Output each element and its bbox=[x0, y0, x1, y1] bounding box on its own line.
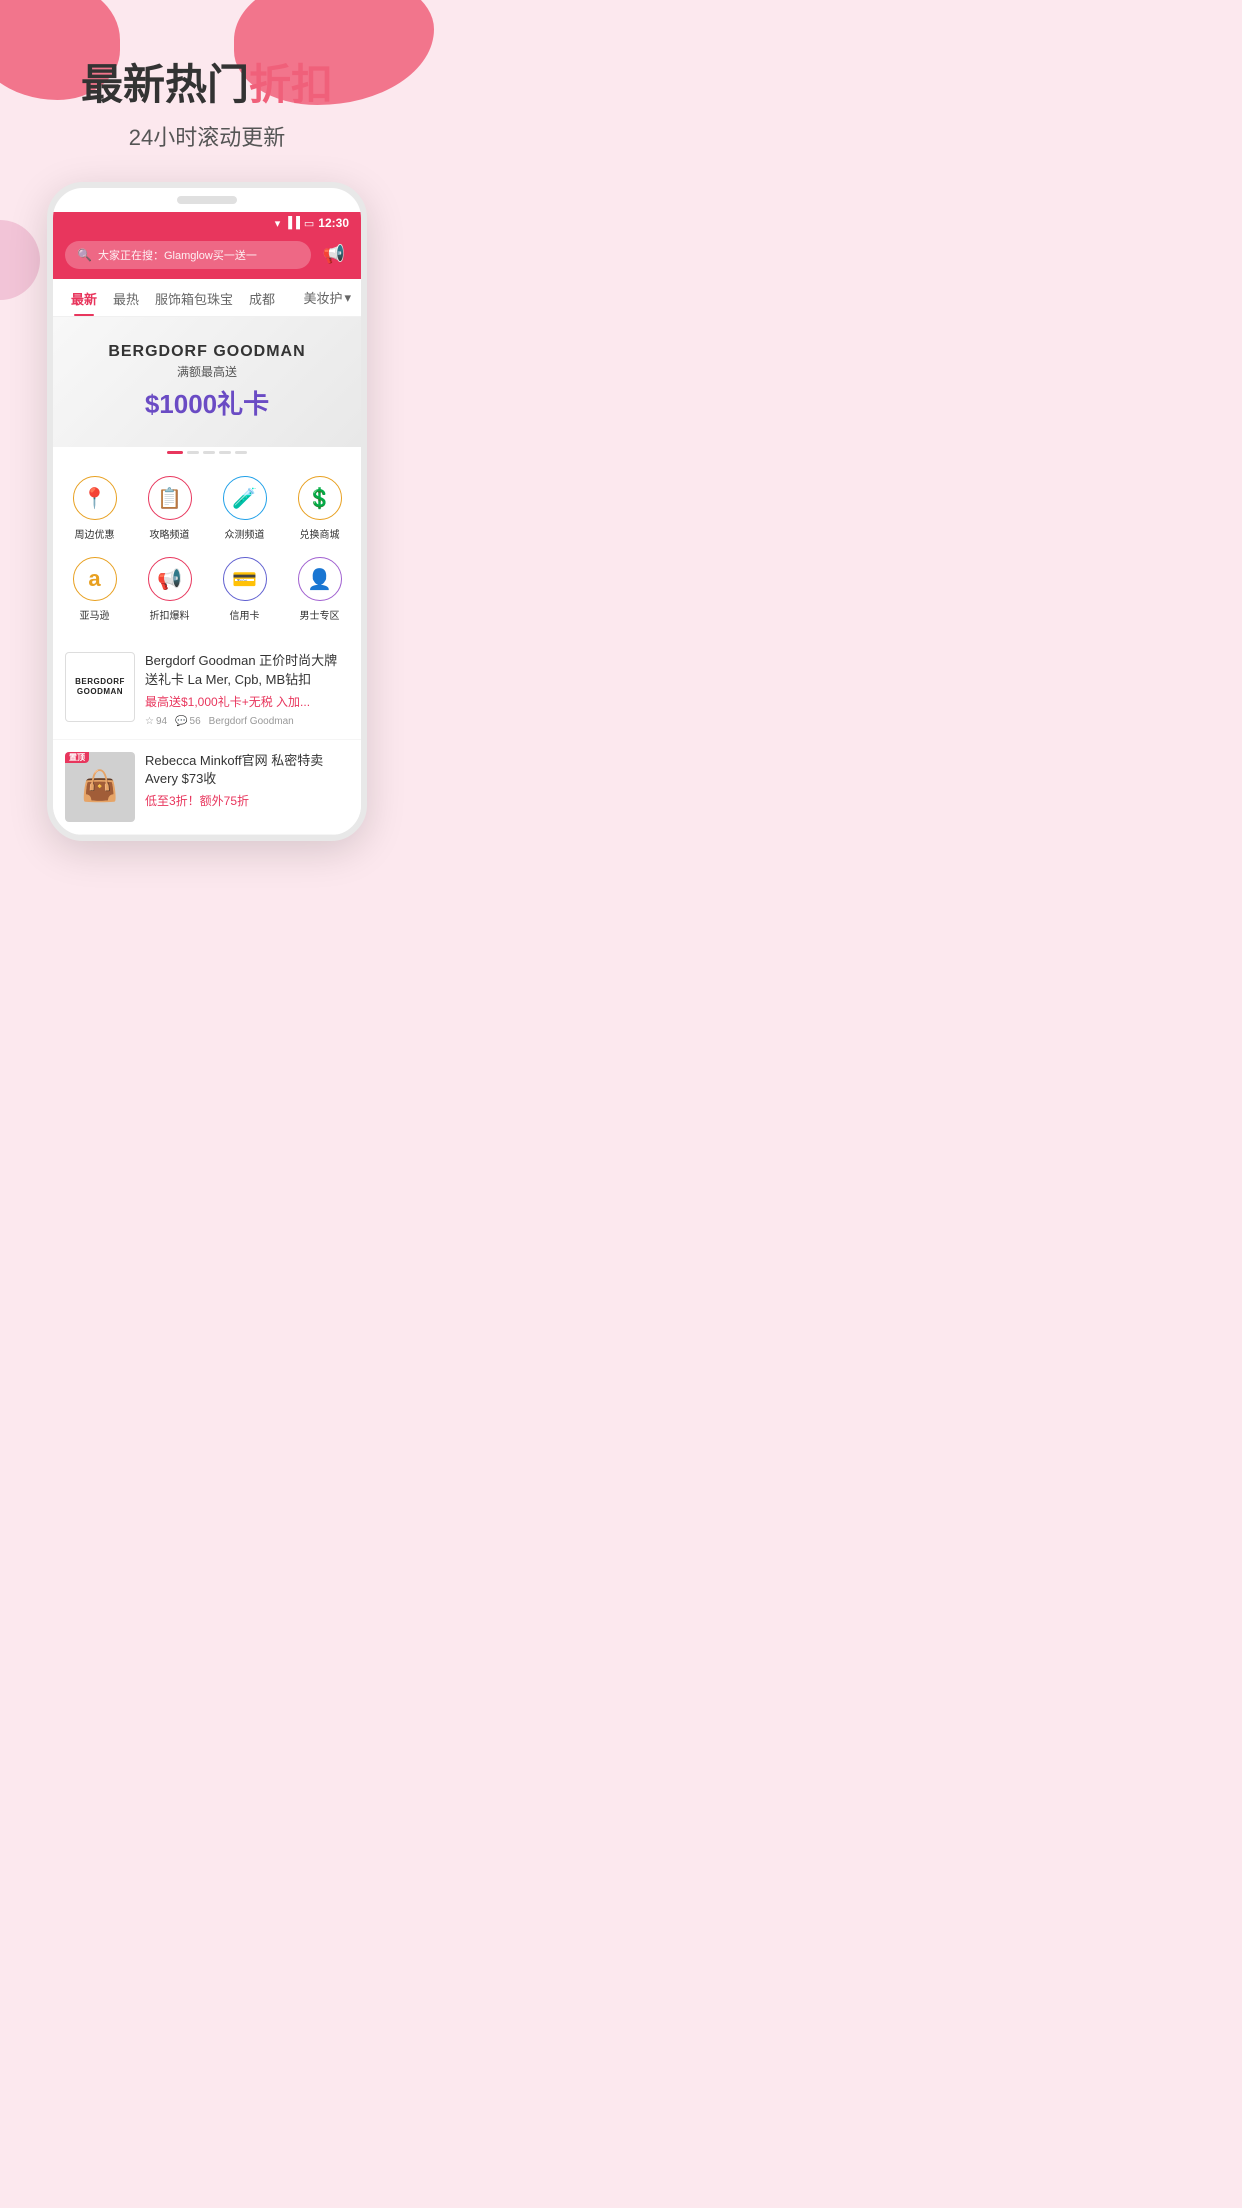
deal-image-rebecca: 置顶 👜 bbox=[65, 752, 135, 822]
deal-price-1: 最高送$1,000礼卡+无税 入加... bbox=[145, 693, 349, 710]
mens-icon: 👤 bbox=[298, 557, 342, 601]
grid-item-mens[interactable]: 👤 男士专区 bbox=[282, 549, 357, 630]
deal-list: BERGDORFGOODMAN Bergdorf Goodman 正价时尚大牌送… bbox=[53, 640, 361, 834]
creditcard-icon: 💳 bbox=[223, 557, 267, 601]
announce-button[interactable]: 📢 bbox=[319, 240, 349, 269]
phone-wrapper: ▾ ▐▐ ▭ 12:30 🔍 大家正在搜：Glamglow买一送一 📢 最新 最… bbox=[0, 182, 414, 840]
deal-title-2: Rebecca Minkoff官网 私密特卖 Avery $73收 bbox=[145, 752, 349, 788]
deal-price-2: 低至3折！额外75折 bbox=[145, 792, 349, 809]
dot-4 bbox=[235, 451, 247, 454]
banner-subtitle: 满额最高送 bbox=[108, 363, 305, 380]
guide-label: 攻略频道 bbox=[150, 526, 190, 541]
guide-icon: 📋 bbox=[148, 476, 192, 520]
battery-icon: ▭ bbox=[304, 217, 314, 230]
exchange-label: 兑换商城 bbox=[300, 526, 340, 541]
banner-store-name: BERGDORF GOODMAN bbox=[108, 343, 305, 361]
banner[interactable]: BERGDORF GOODMAN 满额最高送 $1000礼卡 bbox=[53, 317, 361, 447]
grid-item-discount[interactable]: 📢 折扣爆料 bbox=[132, 549, 207, 630]
mens-label: 男士专区 bbox=[300, 607, 340, 622]
search-text: 大家正在搜：Glamglow买一送一 bbox=[98, 247, 257, 263]
hero-title-highlight: 折扣 bbox=[249, 61, 333, 108]
deal-item-2[interactable]: 置顶 👜 Rebecca Minkoff官网 私密特卖 Avery $73收 低… bbox=[53, 740, 361, 835]
search-bar[interactable]: 🔍 大家正在搜：Glamglow买一送一 bbox=[65, 241, 311, 269]
nav-tabs: 最新 最热 服饰箱包珠宝 成都 美妆护 ▾ bbox=[53, 279, 361, 317]
grid-item-amazon[interactable]: a 亚马逊 bbox=[57, 549, 132, 630]
amazon-label: 亚马逊 bbox=[80, 607, 110, 622]
app-header: 🔍 大家正在搜：Glamglow买一送一 📢 bbox=[53, 234, 361, 279]
deal-item-1[interactable]: BERGDORFGOODMAN Bergdorf Goodman 正价时尚大牌送… bbox=[53, 640, 361, 739]
grid-item-guide[interactable]: 📋 攻略频道 bbox=[132, 468, 207, 549]
phone-notch bbox=[177, 196, 237, 204]
banner-amount: $1000礼卡 bbox=[108, 384, 305, 421]
deal-store-1: Bergdorf Goodman bbox=[209, 716, 294, 727]
hero-title-static: 最新热门 bbox=[81, 61, 249, 108]
discount-label: 折扣爆料 bbox=[150, 607, 190, 622]
creditcard-label: 信用卡 bbox=[230, 607, 260, 622]
dot-active bbox=[167, 451, 183, 454]
test-label: 众测频道 bbox=[225, 526, 265, 541]
nearby-label: 周边优惠 bbox=[75, 526, 115, 541]
dot-1 bbox=[187, 451, 199, 454]
deal-stars-1: ☆ 94 bbox=[145, 716, 167, 727]
hero-section: 最新热门折扣 24小时滚动更新 bbox=[0, 0, 414, 182]
star-icon: ☆ bbox=[145, 716, 154, 727]
grid-item-test[interactable]: 🧪 众测频道 bbox=[207, 468, 282, 549]
tab-hot[interactable]: 最热 bbox=[105, 279, 147, 316]
dot-3 bbox=[219, 451, 231, 454]
banner-content: BERGDORF GOODMAN 满额最高送 $1000礼卡 bbox=[108, 343, 305, 421]
nav-more[interactable]: 美妆护 ▾ bbox=[303, 288, 351, 307]
deal-image-bergdorf: BERGDORFGOODMAN bbox=[65, 652, 135, 722]
star-count-1: 94 bbox=[156, 716, 167, 727]
grid-item-nearby[interactable]: 📍 周边优惠 bbox=[57, 468, 132, 549]
nearby-icon: 📍 bbox=[73, 476, 117, 520]
tab-city[interactable]: 成都 bbox=[241, 279, 283, 316]
deal-info-2: Rebecca Minkoff官网 私密特卖 Avery $73收 低至3折！额… bbox=[145, 752, 349, 815]
deal-info-1: Bergdorf Goodman 正价时尚大牌送礼卡 La Mer, Cpb, … bbox=[145, 652, 349, 726]
nav-more-label: 美妆护 bbox=[303, 288, 342, 307]
tab-fashion[interactable]: 服饰箱包珠宝 bbox=[147, 279, 241, 316]
grid-item-exchange[interactable]: 💲 兑换商城 bbox=[282, 468, 357, 549]
comment-icon: 💬 bbox=[175, 716, 187, 727]
hero-title: 最新热门折扣 bbox=[20, 60, 394, 110]
search-icon: 🔍 bbox=[77, 248, 92, 262]
comment-count-1: 56 bbox=[190, 716, 201, 727]
deal-meta-1: ☆ 94 💬 56 Bergdorf Goodman bbox=[145, 716, 349, 727]
deal-comments-1: 💬 56 bbox=[175, 716, 201, 727]
status-bar: ▾ ▐▐ ▭ 12:30 bbox=[53, 212, 361, 234]
banner-dots bbox=[53, 447, 361, 458]
tab-latest[interactable]: 最新 bbox=[63, 279, 105, 316]
grid-item-creditcard[interactable]: 💳 信用卡 bbox=[207, 549, 282, 630]
phone-mockup: ▾ ▐▐ ▭ 12:30 🔍 大家正在搜：Glamglow买一送一 📢 最新 最… bbox=[47, 182, 367, 840]
pinned-badge: 置顶 bbox=[65, 752, 89, 764]
discount-icon: 📢 bbox=[148, 557, 192, 601]
status-time: 12:30 bbox=[318, 216, 349, 230]
signal-icon: ▐▐ bbox=[284, 217, 300, 229]
hero-subtitle: 24小时滚动更新 bbox=[20, 120, 394, 152]
wifi-icon: ▾ bbox=[275, 217, 281, 230]
amazon-icon: a bbox=[73, 557, 117, 601]
test-icon: 🧪 bbox=[223, 476, 267, 520]
dot-2 bbox=[203, 451, 215, 454]
chevron-down-icon: ▾ bbox=[344, 290, 351, 306]
icon-grid: 📍 周边优惠 📋 攻略频道 🧪 众测频道 💲 兑换商城 a 亚马逊 📢 折 bbox=[53, 458, 361, 634]
exchange-icon: 💲 bbox=[298, 476, 342, 520]
deal-title-1: Bergdorf Goodman 正价时尚大牌送礼卡 La Mer, Cpb, … bbox=[145, 652, 349, 688]
status-icons: ▾ ▐▐ ▭ 12:30 bbox=[275, 216, 349, 230]
